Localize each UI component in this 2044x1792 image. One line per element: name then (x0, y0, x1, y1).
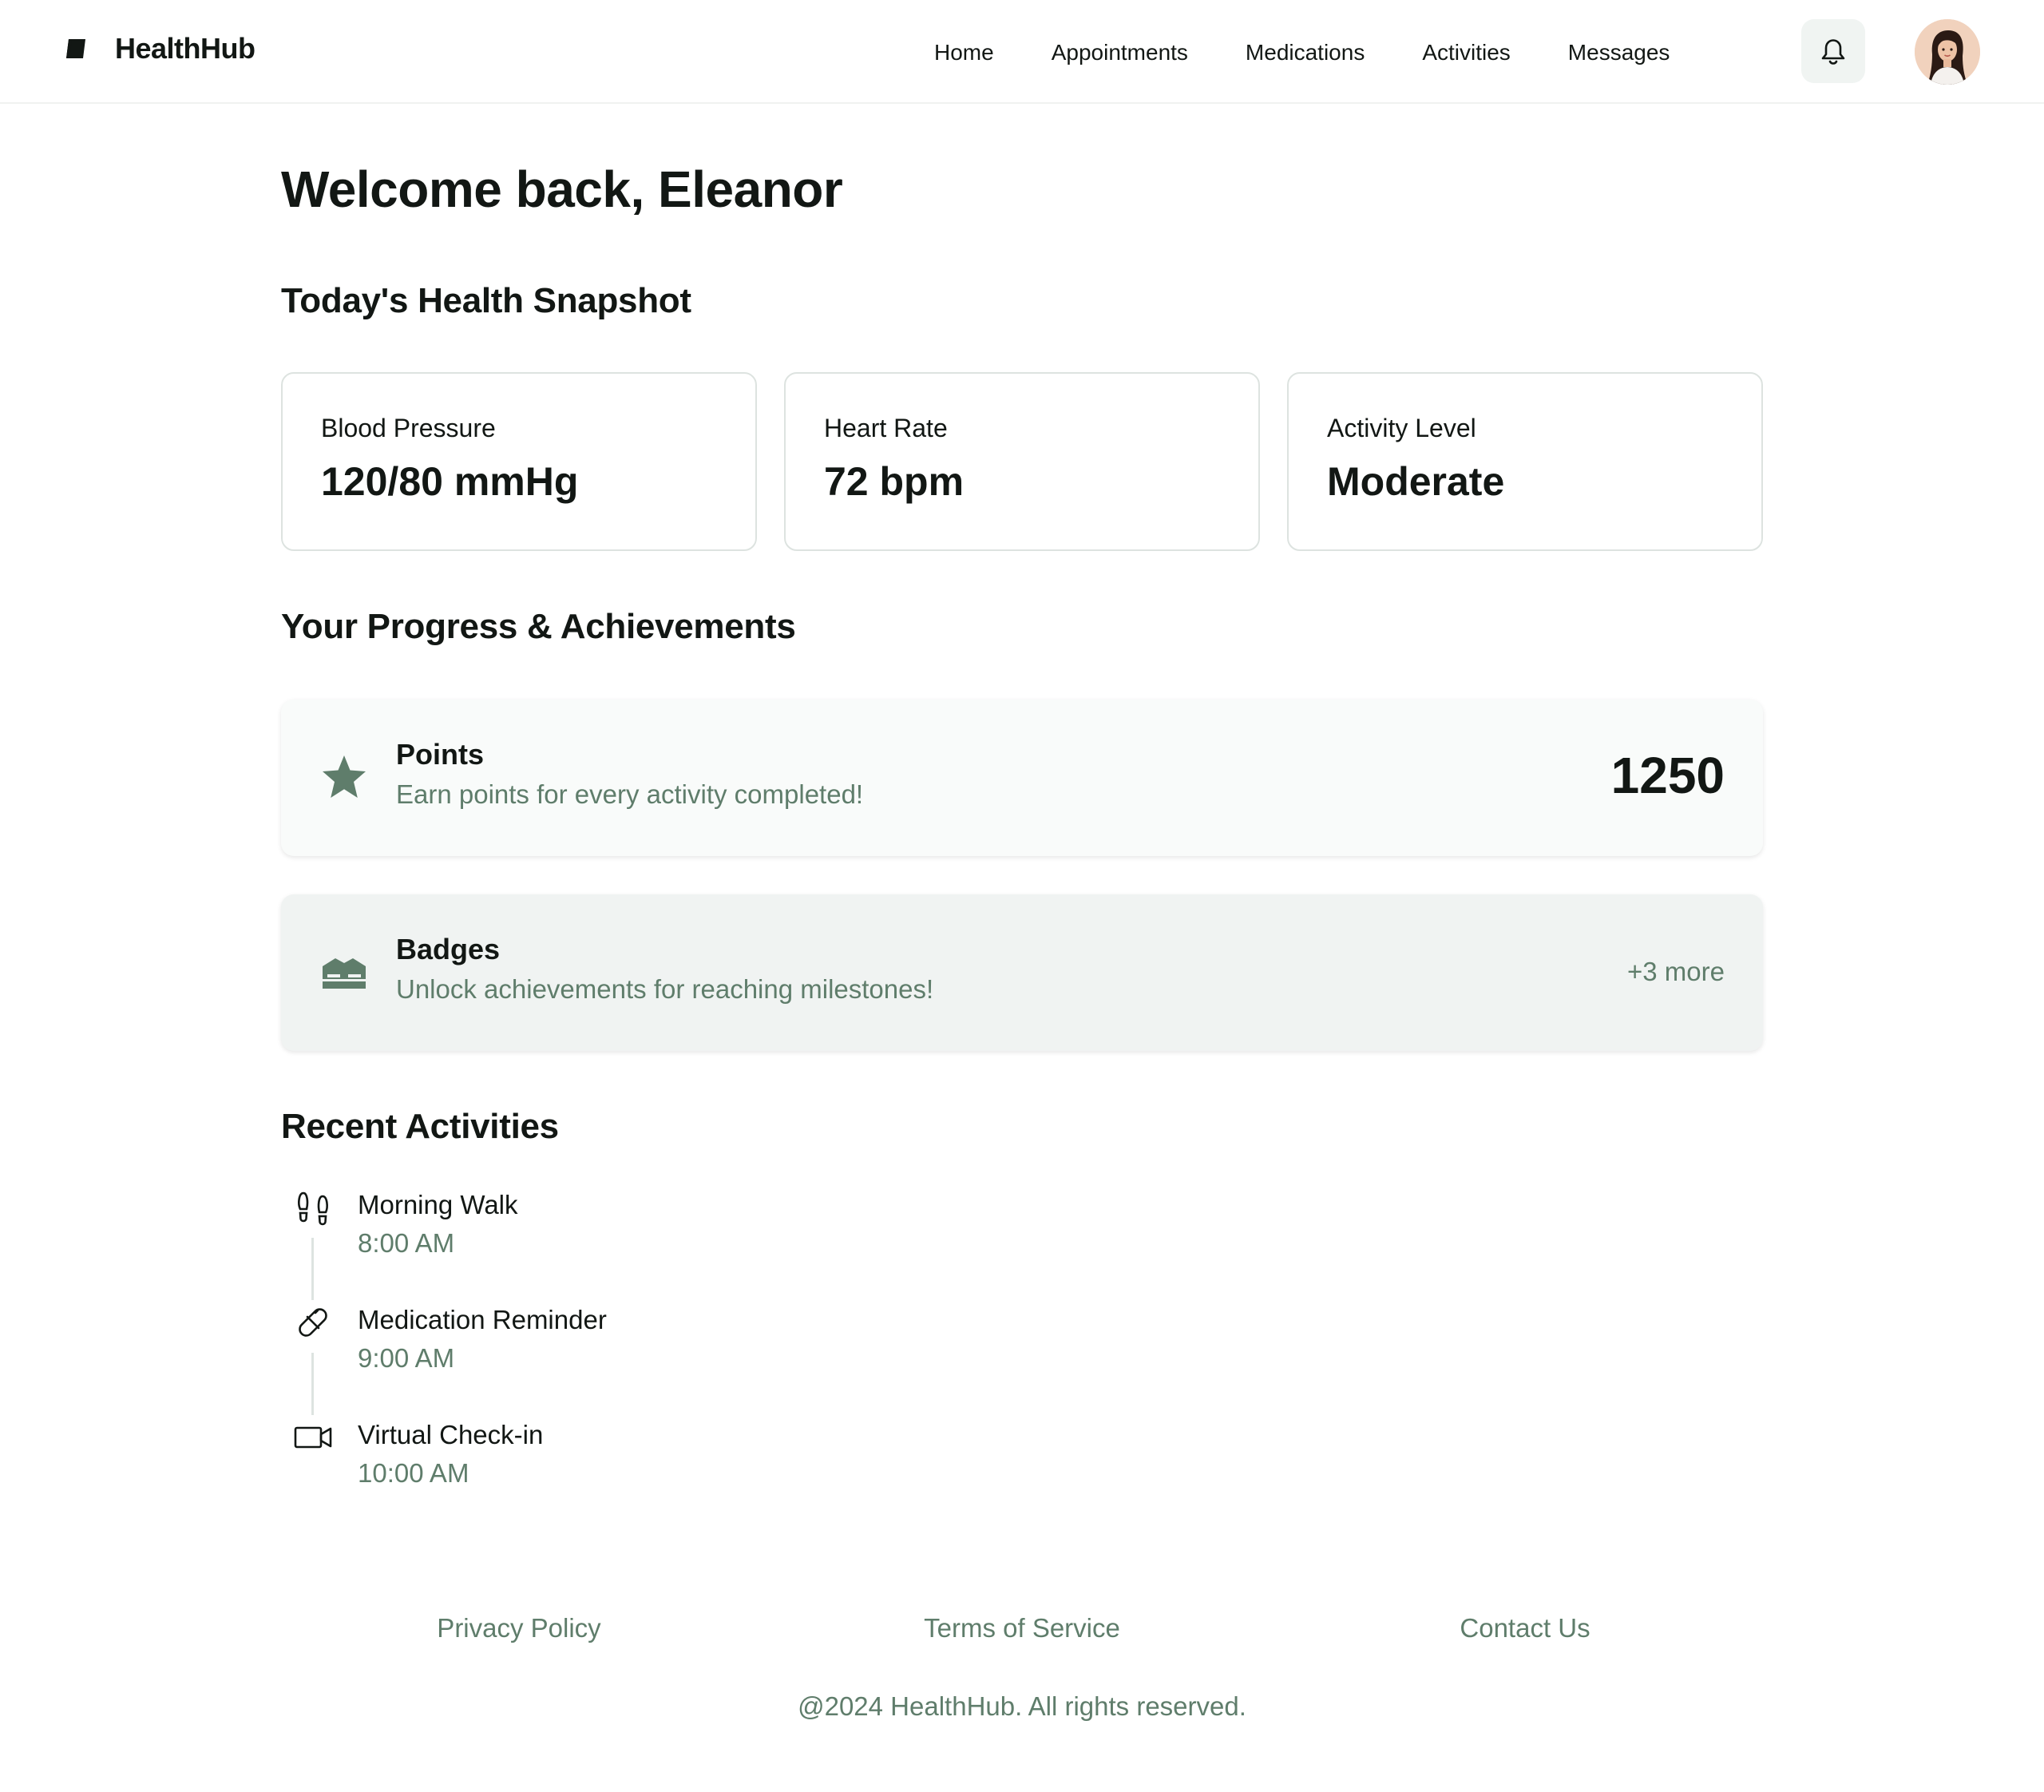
timeline-connector (311, 1353, 314, 1415)
activity-item[interactable]: Medication Reminder 9:00 AM (281, 1298, 1079, 1415)
stat-label: Heart Rate (824, 414, 948, 442)
copyright-text: @2024 HealthHub. All rights reserved. (798, 1691, 1246, 1721)
activity-title: Morning Walk (358, 1190, 518, 1219)
avatar-image (1915, 19, 1980, 85)
bell-icon (1821, 39, 1845, 65)
points-title: Points (396, 738, 485, 771)
star-icon (323, 755, 366, 798)
nav-item-messages[interactable]: Messages (1568, 34, 1670, 72)
activity-time: 9:00 AM (358, 1343, 455, 1373)
terms-of-service-link[interactable]: Terms of Service (924, 1613, 1120, 1643)
badges-title: Badges (396, 933, 501, 965)
activity-item[interactable]: Morning Walk 8:00 AM (281, 1183, 1079, 1300)
page-title: Welcome back, Eleanor (281, 161, 843, 218)
activity-time: 10:00 AM (358, 1458, 469, 1488)
badges-more-link[interactable]: +3 more (1627, 957, 1725, 987)
activity-timeline: Morning Walk 8:00 AM Medication Reminder… (281, 1183, 1079, 1615)
stat-label: Activity Level (1327, 414, 1476, 442)
stat-value: 120/80 mmHg (321, 459, 579, 504)
badges-description: Unlock achievements for reaching milesto… (396, 974, 934, 1004)
timeline-connector (311, 1238, 314, 1300)
top-navbar: HealthHub Home Appointments Medications … (0, 0, 2044, 104)
nav-item-appointments[interactable]: Appointments (1052, 34, 1188, 72)
badge-icon (323, 958, 366, 989)
activity-title: Medication Reminder (358, 1305, 607, 1334)
nav-item-home[interactable]: Home (934, 34, 994, 72)
main-nav: Home Appointments Medications Activities… (934, 34, 1670, 72)
points-card[interactable]: Points Earn points for every activity co… (281, 700, 1763, 856)
activity-title: Virtual Check-in (358, 1420, 544, 1449)
privacy-policy-link[interactable]: Privacy Policy (437, 1613, 600, 1643)
pill-icon (299, 1308, 327, 1337)
badges-card[interactable]: Badges Unlock achievements for reaching … (281, 894, 1763, 1051)
progress-heading: Your Progress & Achievements (281, 607, 796, 646)
user-avatar[interactable] (1915, 19, 1980, 85)
stat-card-heart-rate: Heart Rate 72 bpm (784, 372, 1260, 551)
notifications-button[interactable] (1801, 19, 1865, 83)
nav-item-medications[interactable]: Medications (1246, 34, 1365, 72)
brand-name: HealthHub (115, 32, 256, 65)
points-description: Earn points for every activity completed… (396, 779, 864, 809)
stat-value: 72 bpm (824, 459, 965, 504)
video-camera-icon (294, 1426, 332, 1449)
stat-card-activity-level: Activity Level Moderate (1287, 372, 1763, 551)
healthhub-logo-icon (66, 39, 85, 58)
activity-item[interactable]: Virtual Check-in 10:00 AM (281, 1413, 1079, 1528)
footer-links: Privacy Policy Terms of Service Contact … (281, 1613, 1763, 1661)
footprints-icon (298, 1191, 328, 1226)
points-value: 1250 (1610, 747, 1725, 804)
contact-us-link[interactable]: Contact Us (1460, 1613, 1590, 1643)
recent-activities-heading: Recent Activities (281, 1107, 559, 1146)
stat-card-blood-pressure: Blood Pressure 120/80 mmHg (281, 372, 757, 551)
stat-value: Moderate (1327, 459, 1505, 504)
snapshot-heading: Today's Health Snapshot (281, 281, 691, 320)
brand[interactable]: HealthHub (64, 32, 256, 65)
stat-label: Blood Pressure (321, 414, 496, 442)
activity-time: 8:00 AM (358, 1228, 455, 1258)
nav-item-activities[interactable]: Activities (1422, 34, 1510, 72)
